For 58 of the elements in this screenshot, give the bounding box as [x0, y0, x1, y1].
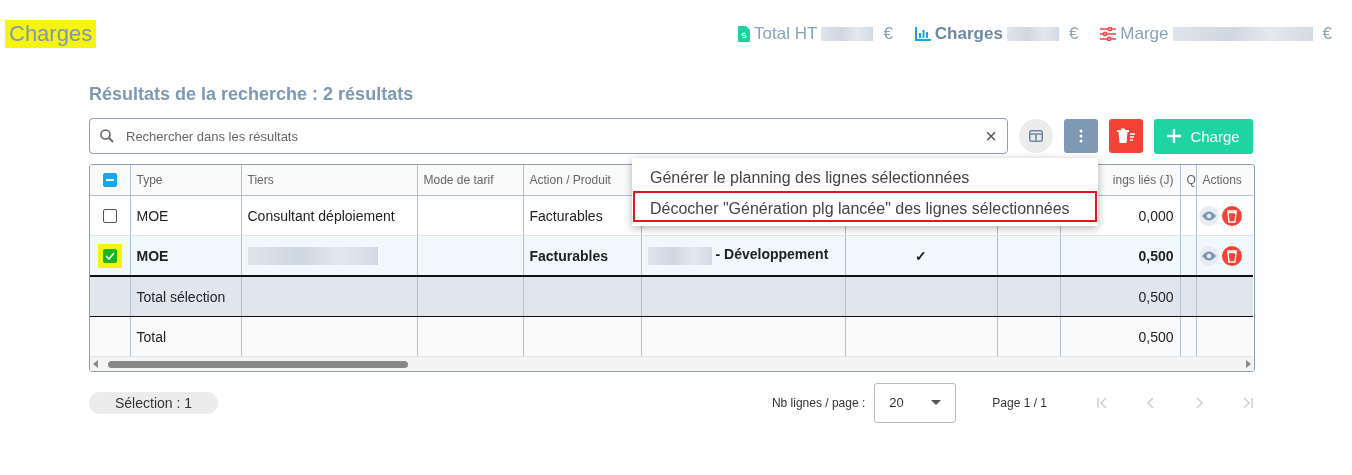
page-info: Page 1 / 1 — [992, 395, 1047, 410]
delete-button[interactable] — [1109, 119, 1143, 153]
row-checkbox[interactable] — [102, 208, 117, 223]
menu-item[interactable]: Générer le planning des lignes sélectionnées — [633, 160, 1097, 191]
columns-button[interactable] — [1019, 119, 1053, 153]
table-cell: 0,500 — [1138, 247, 1174, 264]
table-cell: 0,000 — [1138, 207, 1174, 224]
table-cell: Facturables — [529, 207, 603, 224]
table-cell: Total sélection — [136, 288, 226, 305]
table-cell: ✓ — [915, 247, 927, 264]
table-cell: Consultant déploiement — [247, 207, 395, 224]
redacted-block — [1006, 27, 1059, 41]
last-page-icon[interactable] — [1241, 396, 1253, 409]
table-cell: - Développement — [715, 246, 829, 263]
stat-label: Marge — [1120, 24, 1169, 44]
page-size-select[interactable]: 20 — [874, 382, 957, 423]
table-cell: Total — [136, 328, 167, 345]
currency-symbol: € — [1068, 24, 1079, 44]
columns-icon — [1029, 130, 1043, 142]
table-cell: 0,500 — [1138, 288, 1174, 305]
delete-row-button[interactable] — [1221, 205, 1242, 226]
kebab-icon — [1079, 129, 1083, 143]
plus-icon — [1167, 129, 1182, 143]
view-button[interactable] — [1198, 245, 1219, 266]
page-size-label: Nb lignes / page : — [771, 395, 866, 410]
page-title: Charges — [5, 20, 97, 48]
sliders-icon — [1100, 27, 1117, 41]
selection-count: Sélection : 1 — [89, 391, 219, 414]
first-page-icon[interactable] — [1097, 396, 1109, 409]
table-cell: Facturables — [529, 247, 609, 264]
column-header[interactable]: Type — [136, 173, 163, 187]
trash-icon — [1225, 248, 1238, 263]
table-cell: 0,500 — [1138, 328, 1174, 345]
invoice-icon — [738, 26, 751, 42]
results-title: Résultats de la recherche : 2 résultats — [89, 84, 415, 106]
eye-icon — [1201, 250, 1216, 261]
table-cell: MOE — [136, 207, 169, 224]
search-icon — [100, 129, 114, 143]
row-checkbox[interactable] — [102, 248, 117, 263]
trash-icon — [1225, 208, 1238, 223]
more-button[interactable] — [1064, 119, 1098, 153]
view-button[interactable] — [1198, 205, 1219, 226]
menu-item[interactable]: Décocher "Génération plg lancée" des lignes sélectionnées — [633, 191, 1097, 222]
select-all-checkbox[interactable] — [102, 173, 117, 188]
currency-symbol: € — [883, 24, 893, 44]
trash-icon — [1117, 128, 1135, 144]
redacted-block — [821, 27, 874, 41]
stat-label: Total HT — [754, 24, 818, 44]
horizontal-scrollbar[interactable] — [90, 357, 1254, 371]
search-field[interactable]: Rechercher dans les résultats × — [89, 118, 1008, 154]
eye-icon — [1201, 210, 1216, 221]
delete-row-button[interactable] — [1221, 245, 1242, 266]
bar-chart-icon — [914, 27, 931, 41]
currency-symbol: € — [1322, 24, 1332, 44]
column-header[interactable]: Tiers — [247, 173, 274, 187]
clear-button[interactable]: × — [985, 124, 997, 148]
table-cell: MOE — [136, 247, 169, 264]
stat-label: Charges — [934, 24, 1003, 44]
